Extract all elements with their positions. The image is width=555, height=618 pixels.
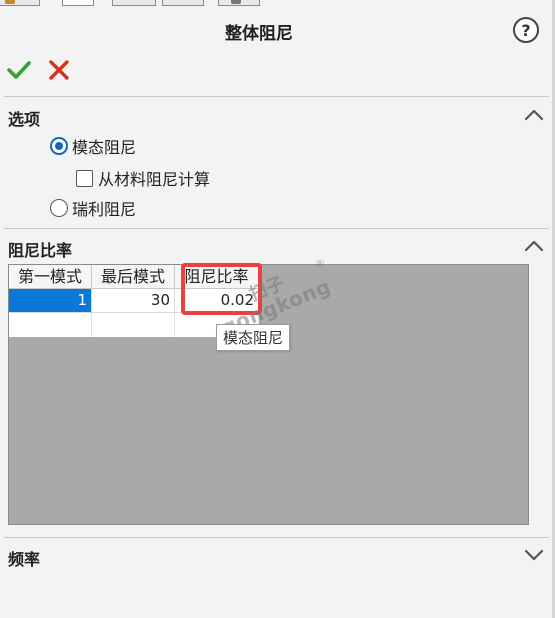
frequency-section-header: 频率 <box>8 550 41 569</box>
panel-tab-3[interactable] <box>112 0 156 6</box>
checkbox-icon <box>76 169 93 187</box>
appearance-icon <box>231 0 241 4</box>
panel-tab-1[interactable] <box>0 0 40 6</box>
expand-chevron-down-icon[interactable] <box>524 548 544 562</box>
radio-label: 模态阻尼 <box>72 138 137 157</box>
cell-damping-ratio[interactable]: 0.02 <box>175 289 259 313</box>
damping-ratio-table: 第一模式 最后模式 阻尼比率 1 30 0.02 <box>8 264 529 525</box>
column-header-first-mode[interactable]: 第一模式 <box>9 265 92 289</box>
divider <box>4 96 549 97</box>
damping-property-panel: 整体阻尼 ? 选项 模态阻尼 从材料阻尼计算 瑞利阻尼 阻尼比率 第一模式 最后… <box>0 0 555 618</box>
table-header-row: 第一模式 最后模式 阻尼比率 <box>9 265 259 289</box>
column-header-damping-ratio[interactable]: 阻尼比率 <box>175 265 259 289</box>
panel-tab-5[interactable] <box>218 0 260 6</box>
radio-modal-damping[interactable]: 模态阻尼 <box>50 134 136 158</box>
cell-first-mode[interactable]: 1 <box>9 289 92 313</box>
collapse-chevron-up-icon[interactable] <box>524 239 544 253</box>
damping-ratio-section-header: 阻尼比率 <box>8 241 73 260</box>
divider <box>4 537 549 538</box>
panel-tab-strip <box>0 0 555 6</box>
radio-checked-icon <box>50 137 68 155</box>
empty-cell[interactable] <box>9 313 92 337</box>
help-icon[interactable]: ? <box>513 17 539 43</box>
tooltip: 模态阻尼 <box>216 324 291 351</box>
radio-unchecked-icon <box>50 199 68 217</box>
checkbox-label: 从材料阻尼计算 <box>98 170 211 189</box>
radio-rayleigh-damping[interactable]: 瑞利阻尼 <box>50 196 136 220</box>
panel-tab-4[interactable] <box>162 0 204 6</box>
divider <box>4 228 549 229</box>
feature-tree-icon <box>5 0 15 4</box>
title-row: 整体阻尼 ? <box>0 14 555 48</box>
table-row: 1 30 0.02 <box>9 289 259 313</box>
collapse-chevron-up-icon[interactable] <box>524 108 544 122</box>
column-header-last-mode[interactable]: 最后模式 <box>92 265 175 289</box>
checkbox-from-material[interactable]: 从材料阻尼计算 <box>76 166 210 190</box>
panel-tab-2[interactable] <box>62 0 94 6</box>
cancel-x-icon[interactable] <box>46 57 72 83</box>
options-section-header: 选项 <box>8 110 41 129</box>
cell-last-mode[interactable]: 30 <box>92 289 175 313</box>
empty-cell[interactable] <box>92 313 175 337</box>
page-title: 整体阻尼 <box>225 24 293 44</box>
radio-label: 瑞利阻尼 <box>72 200 137 219</box>
ok-check-icon[interactable] <box>6 57 32 83</box>
